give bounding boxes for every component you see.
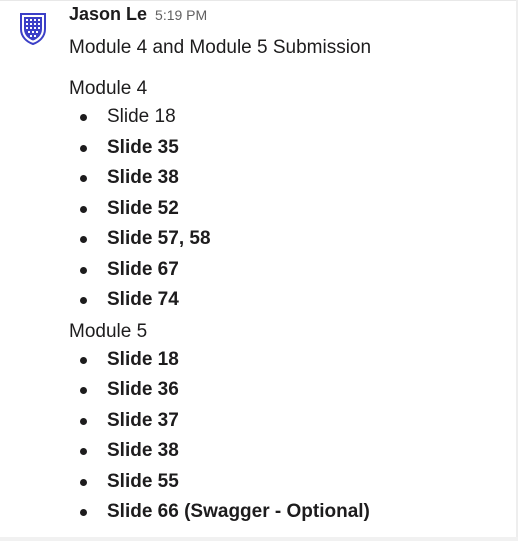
bullet-icon (80, 417, 87, 425)
list-item: Slide 37 (69, 406, 509, 437)
list-item-text: Slide 55 (107, 470, 179, 492)
bullet-icon (80, 266, 87, 274)
bullet-icon (80, 509, 87, 517)
list-item: Slide 57, 58 (69, 224, 509, 255)
bullet-icon (80, 114, 87, 122)
section-title-module-4: Module 4 (69, 78, 148, 99)
message-content: Jason Le 5:19 PM Module 4 and Module 5 S… (69, 4, 509, 528)
list-item-text: Slide 66 (Swagger - Optional) (107, 501, 370, 522)
list-item: Slide 38 (69, 436, 509, 467)
list-item: Slide 67 (69, 255, 509, 286)
bullet-icon (80, 448, 87, 456)
list-item: Slide 66 (Swagger - Optional) (69, 497, 509, 528)
bullet-icon (80, 478, 87, 486)
list-item-text: Slide 35 (107, 136, 179, 158)
message-subject: Module 4 and Module 5 Submission (69, 37, 372, 58)
list-item: Slide 18 (69, 345, 509, 376)
list-item: Slide 52 (69, 194, 509, 225)
list-item-text: Slide 52 (107, 197, 179, 219)
slide-list-module-5: Slide 18 Slide 36 Slide 37 Slide 38 Slid… (69, 345, 509, 528)
shield-grid-icon (20, 13, 46, 46)
slide-list-module-4: Slide 18 Slide 35 Slide 38 Slide 52 Slid… (69, 102, 509, 316)
bottom-divider (0, 537, 518, 541)
list-item-text: Slide 38 (107, 167, 179, 188)
bullet-icon (80, 144, 87, 152)
list-item: Slide 35 (69, 133, 509, 164)
list-item: Slide 74 (69, 285, 509, 316)
bullet-icon (80, 175, 87, 183)
list-item-text: Slide 38 (107, 440, 179, 461)
list-item-text: Slide 57, 58 (107, 228, 211, 249)
list-item-text: Slide 36 (107, 379, 179, 400)
bullet-icon (80, 387, 87, 395)
list-item: Slide 18 (69, 102, 509, 133)
avatar[interactable] (20, 13, 46, 46)
sender-name[interactable]: Jason Le (69, 4, 147, 25)
message-header: Jason Le 5:19 PM (69, 4, 509, 28)
section-title-module-5: Module 5 (69, 320, 148, 342)
bullet-icon (80, 297, 87, 305)
list-item: Slide 38 (69, 163, 509, 194)
list-item-text: Slide 67 (107, 258, 179, 280)
list-item-text: Slide 18 (107, 106, 176, 127)
top-divider (0, 0, 518, 1)
message-timestamp[interactable]: 5:19 PM (155, 7, 207, 23)
list-item: Slide 55 (69, 467, 509, 498)
list-item-text: Slide 37 (107, 409, 179, 431)
list-item-text: Slide 18 (107, 348, 179, 370)
bullet-icon (80, 205, 87, 213)
list-item: Slide 36 (69, 375, 509, 406)
bullet-icon (80, 236, 87, 244)
bullet-icon (80, 356, 87, 364)
list-item-text: Slide 74 (107, 289, 179, 310)
